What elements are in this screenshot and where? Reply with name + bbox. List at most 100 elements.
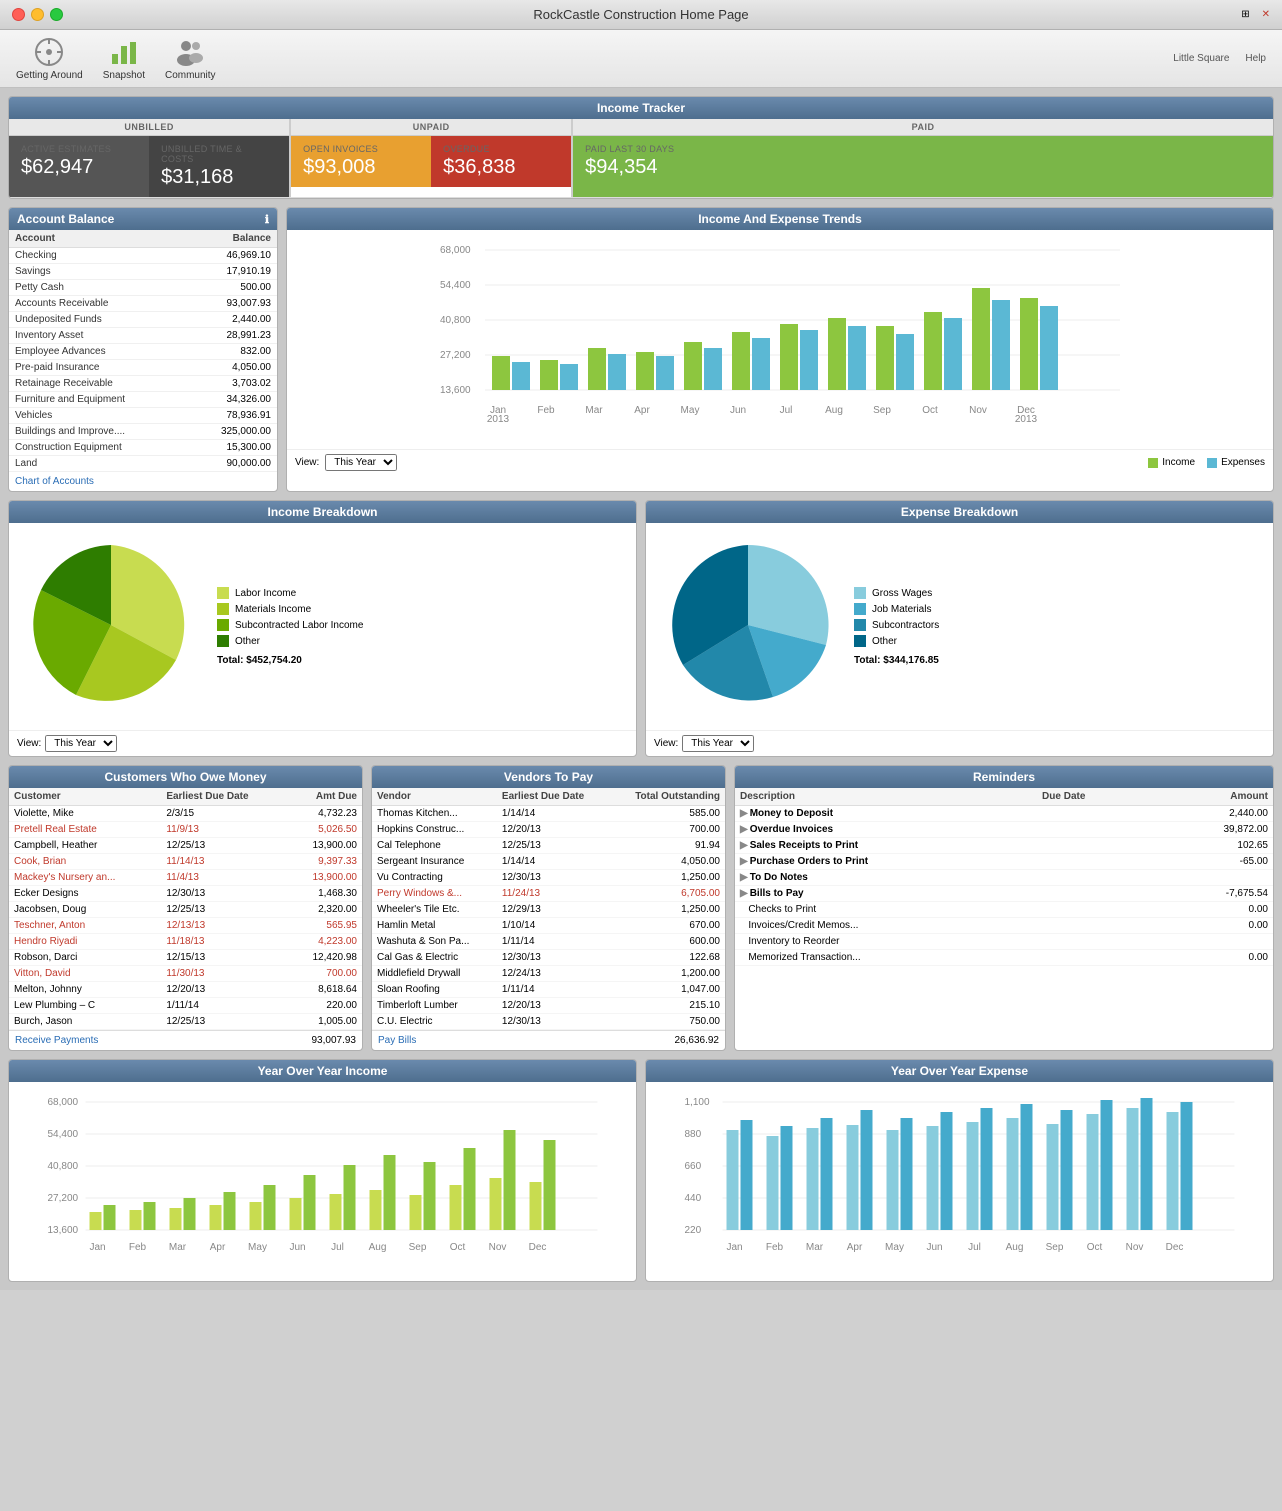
unbilled-costs-label: UNBILLED TIME & COSTS [161,144,277,164]
pay-bills-link[interactable]: Pay Bills [378,1035,416,1046]
customer-name[interactable]: Burch, Jason [9,1014,161,1030]
traffic-lights [12,8,63,21]
account-name[interactable]: Employee Advances [9,344,187,360]
account-name[interactable]: Undeposited Funds [9,312,187,328]
income-view-select[interactable]: This Year Last Year [45,735,117,752]
vendor-name[interactable]: Washuta & Son Pa... [372,934,497,950]
minimize-button[interactable] [31,8,44,21]
customer-row: Mackey's Nursery an...11/4/1313,900.00 [9,870,362,886]
active-estimates-card[interactable]: ACTIVE ESTIMATES $62,947 [9,136,149,197]
toolbar-item-community[interactable]: Community [165,36,216,81]
vendor-name[interactable]: Sergeant Insurance [372,854,497,870]
help-toolbar[interactable]: Help [1245,53,1266,64]
customer-name[interactable]: Robson, Darci [9,950,161,966]
little-square-button[interactable]: ⊞ [1241,9,1249,20]
customer-name[interactable]: Cook, Brian [9,854,161,870]
bar-chart-icon [108,36,140,68]
reminder-description[interactable]: Invoices/Credit Memos... [735,918,1037,934]
reminder-description[interactable]: Inventory to Reorder [735,934,1037,950]
reminder-description[interactable]: Memorized Transaction... [735,950,1037,966]
reminder-row: ▶Purchase Orders to Print-65.00 [735,854,1273,870]
vendor-due-date: 1/10/14 [497,918,609,934]
customer-name[interactable]: Campbell, Heather [9,838,161,854]
customer-name[interactable]: Lew Plumbing – C [9,998,161,1014]
customer-row: Hendro Riyadi11/18/134,223.00 [9,934,362,950]
customer-name[interactable]: Teschner, Anton [9,918,161,934]
open-invoices-card[interactable]: OPEN INVOICES $93,008 [291,136,431,187]
toolbar-item-snapshot[interactable]: Snapshot [103,36,145,81]
customer-amt-col: Amt Due [287,788,362,806]
account-table-row: Buildings and Improve....325,000.00 [9,424,277,440]
customer-amount: 4,732.23 [287,806,362,822]
reminder-description[interactable]: Checks to Print [735,902,1037,918]
chart-of-accounts-link[interactable]: Chart of Accounts [9,472,100,491]
toolbar-item-getting-around[interactable]: Getting Around [16,36,83,81]
customer-name[interactable]: Violette, Mike [9,806,161,822]
vendor-name[interactable]: C.U. Electric [372,1014,497,1030]
account-name[interactable]: Pre-paid Insurance [9,360,187,376]
yoy-income-chart: 68,000 54,400 40,800 27,200 13,600 [9,1082,636,1281]
reminder-description[interactable]: ▶Sales Receipts to Print [735,838,1037,854]
income-breakdown-content: Labor Income Materials Income Subcontrac… [9,523,636,730]
account-name[interactable]: Accounts Receivable [9,296,187,312]
vendor-row: Timberloft Lumber12/20/13215.10 [372,998,725,1014]
vendor-name[interactable]: Cal Gas & Electric [372,950,497,966]
receive-payments-link[interactable]: Receive Payments [15,1035,98,1046]
vendor-name[interactable]: Thomas Kitchen... [372,806,497,822]
maximize-button[interactable] [50,8,63,21]
account-name[interactable]: Land [9,456,187,472]
little-square-toolbar[interactable]: Little Square [1173,53,1229,64]
customer-name[interactable]: Vitton, David [9,966,161,982]
vendor-name[interactable]: Vu Contracting [372,870,497,886]
snapshot-label: Snapshot [103,70,145,81]
customer-name[interactable]: Pretell Real Estate [9,822,161,838]
customer-name[interactable]: Mackey's Nursery an... [9,870,161,886]
unbilled-costs-card[interactable]: UNBILLED TIME & COSTS $31,168 [149,136,289,197]
paid-last-30-card[interactable]: PAID LAST 30 DAYS $94,354 [573,136,1273,197]
reminder-description[interactable]: ▶Bills to Pay [735,886,1037,902]
account-name[interactable]: Inventory Asset [9,328,187,344]
customer-name[interactable]: Melton, Johnny [9,982,161,998]
community-label: Community [165,70,216,81]
trends-view-select[interactable]: This Year Last Year [325,454,397,471]
vendor-name[interactable]: Hamlin Metal [372,918,497,934]
reminder-description[interactable]: ▶Overdue Invoices [735,822,1037,838]
customer-name[interactable]: Ecker Designs [9,886,161,902]
vendor-name[interactable]: Sloan Roofing [372,982,497,998]
customer-name[interactable]: Jacobsen, Doug [9,902,161,918]
account-name[interactable]: Construction Equipment [9,440,187,456]
vendor-name[interactable]: Middlefield Drywall [372,966,497,982]
toolbar: Getting Around Snapshot Community Little… [0,30,1282,88]
materials-color [217,603,229,615]
vendor-amount: 1,250.00 [609,902,725,918]
vendor-name[interactable]: Wheeler's Tile Etc. [372,902,497,918]
account-name[interactable]: Savings [9,264,187,280]
vendor-name[interactable]: Timberloft Lumber [372,998,497,1014]
reminder-amount: 0.00 [1154,918,1273,934]
expense-view-select[interactable]: This Year Last Year [682,735,754,752]
account-name[interactable]: Retainage Receivable [9,376,187,392]
vendor-name[interactable]: Hopkins Construc... [372,822,497,838]
compass-icon [33,36,65,68]
account-name[interactable]: Checking [9,248,187,264]
overdue-card[interactable]: OVERDUE $36,838 [431,136,571,187]
open-invoices-value: $93,008 [303,156,419,179]
customer-name[interactable]: Hendro Riyadi [9,934,161,950]
reminder-description[interactable]: ▶Purchase Orders to Print [735,854,1037,870]
close-button[interactable] [12,8,25,21]
help-button[interactable]: ✕ [1262,9,1270,20]
reminder-description[interactable]: ▶Money to Deposit [735,806,1037,822]
info-icon[interactable]: ℹ [265,213,269,226]
svg-text:Sep: Sep [873,405,891,416]
vendor-due-date: 12/30/13 [497,870,609,886]
vendor-name[interactable]: Perry Windows &... [372,886,497,902]
customer-due-date: 11/4/13 [161,870,287,886]
account-name[interactable]: Vehicles [9,408,187,424]
customer-due-date: 11/14/13 [161,854,287,870]
vendor-name[interactable]: Cal Telephone [372,838,497,854]
reminder-description[interactable]: ▶To Do Notes [735,870,1037,886]
account-name[interactable]: Buildings and Improve.... [9,424,187,440]
account-name[interactable]: Petty Cash [9,280,187,296]
labor-label: Labor Income [235,588,296,599]
account-name[interactable]: Furniture and Equipment [9,392,187,408]
